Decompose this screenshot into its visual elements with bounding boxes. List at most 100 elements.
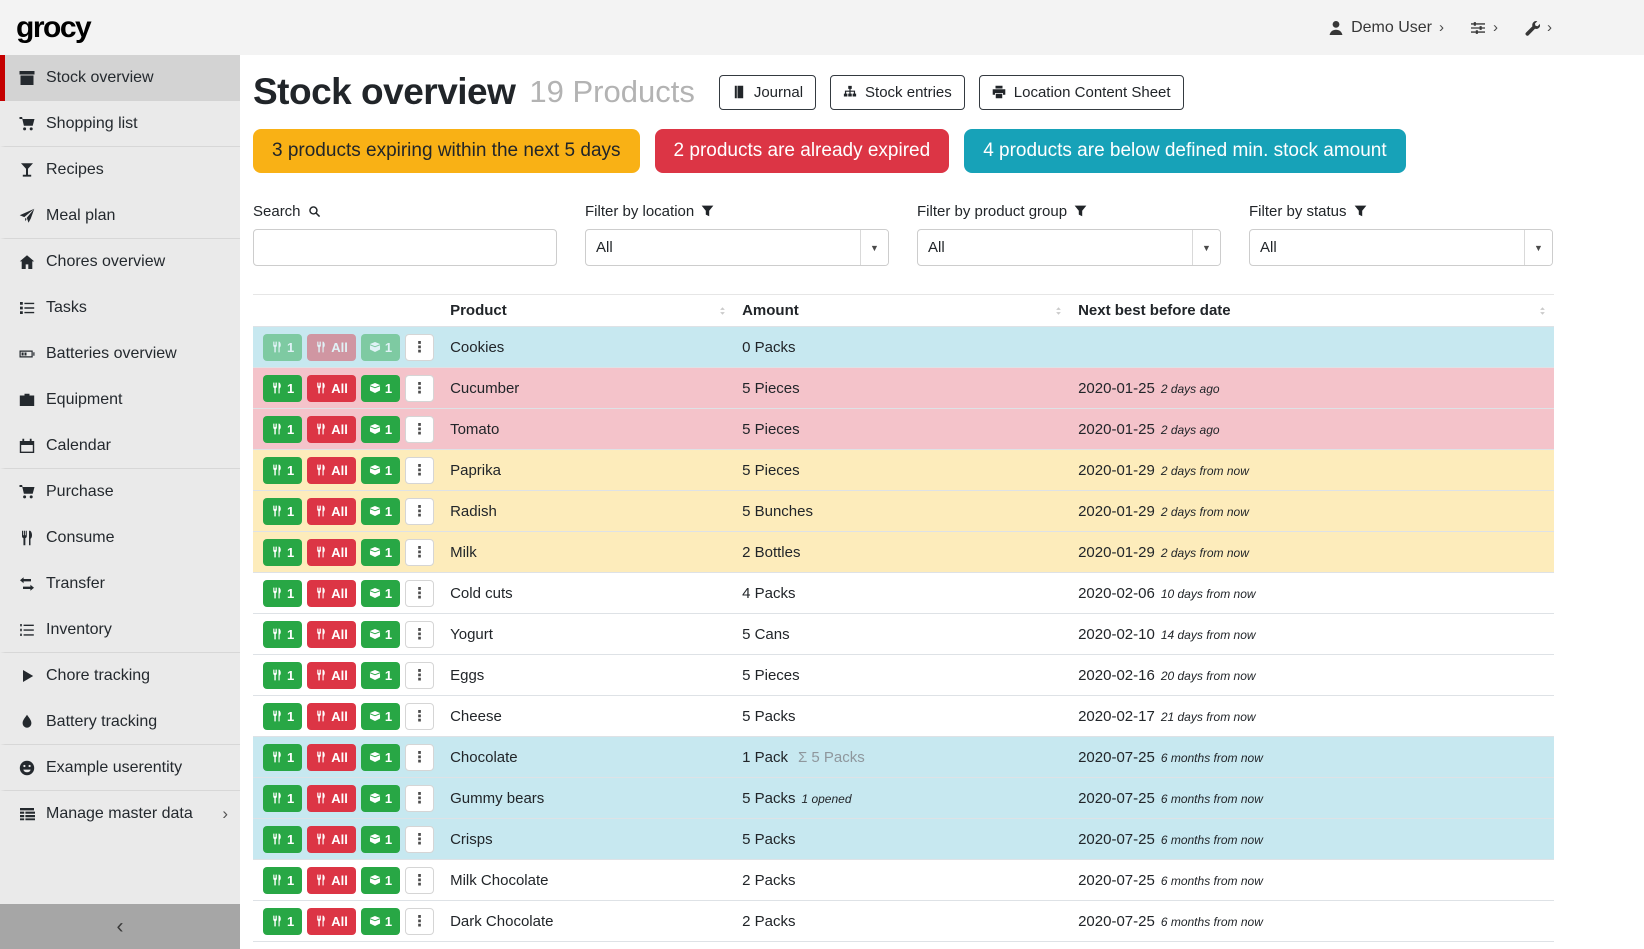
row-menu-button[interactable]: ⋮ — [405, 621, 434, 648]
button-label: 1 — [287, 668, 294, 683]
row-menu-button[interactable]: ⋮ — [405, 662, 434, 689]
banner-warning[interactable]: 3 products expiring within the next 5 da… — [253, 129, 640, 173]
row-menu-button[interactable]: ⋮ — [405, 867, 434, 894]
open-one-button[interactable]: 1 — [361, 908, 400, 935]
sidebar-item-battery-tracking[interactable]: Battery tracking — [0, 699, 240, 745]
status-filter-select[interactable]: All — [1249, 229, 1553, 266]
consume-all-button[interactable]: All — [307, 457, 356, 484]
consume-one-button[interactable]: 1 — [263, 416, 302, 443]
consume-all-button[interactable]: All — [307, 785, 356, 812]
sidebar-item-calendar[interactable]: Calendar — [0, 423, 240, 469]
consume-one-button[interactable]: 1 — [263, 703, 302, 730]
row-menu-button[interactable]: ⋮ — [405, 703, 434, 730]
consume-all-button[interactable]: All — [307, 334, 356, 361]
sidebar-item-inventory[interactable]: Inventory — [0, 607, 240, 653]
sidebar-item-equipment[interactable]: Equipment — [0, 377, 240, 423]
row-menu-button[interactable]: ⋮ — [405, 908, 434, 935]
sidebar-collapse-button[interactable]: ‹ — [0, 904, 240, 949]
row-menu-button[interactable]: ⋮ — [405, 539, 434, 566]
open-one-button[interactable]: 1 — [361, 621, 400, 648]
sidebar-item-tasks[interactable]: Tasks — [0, 285, 240, 331]
product-group-filter-select[interactable]: All — [917, 229, 1221, 266]
sidebar-item-meal-plan[interactable]: Meal plan — [0, 193, 240, 239]
sidebar-item-consume[interactable]: Consume — [0, 515, 240, 561]
consume-one-button[interactable]: 1 — [263, 785, 302, 812]
row-menu-button[interactable]: ⋮ — [405, 826, 434, 853]
consume-all-button[interactable]: All — [307, 580, 356, 607]
column-header-best-before[interactable]: Next best before date — [1070, 295, 1554, 327]
consume-one-button[interactable]: 1 — [263, 744, 302, 771]
open-one-button[interactable]: 1 — [361, 662, 400, 689]
consume-all-button[interactable]: All — [307, 539, 356, 566]
row-menu-button[interactable]: ⋮ — [405, 744, 434, 771]
consume-all-button[interactable]: All — [307, 662, 356, 689]
row-actions-cell: 1All1⋮ — [253, 614, 442, 655]
open-one-button[interactable]: 1 — [361, 457, 400, 484]
row-menu-button[interactable]: ⋮ — [405, 580, 434, 607]
sidebar-item-label: Example userentity — [46, 759, 228, 777]
stock-entries-button[interactable]: Stock entries — [830, 75, 965, 110]
search-input[interactable] — [253, 229, 557, 266]
location-content-sheet-button[interactable]: Location Content Sheet — [979, 75, 1184, 110]
sidebar-item-stock-overview[interactable]: Stock overview — [0, 55, 240, 101]
user-menu[interactable]: Demo User › — [1328, 19, 1444, 37]
open-one-button[interactable]: 1 — [361, 785, 400, 812]
consume-one-button[interactable]: 1 — [263, 375, 302, 402]
app-logo[interactable]: grocy — [16, 11, 90, 45]
sidebar-item-chore-tracking[interactable]: Chore tracking — [0, 653, 240, 699]
sidebar-item-purchase[interactable]: Purchase — [0, 469, 240, 515]
consume-all-button[interactable]: All — [307, 826, 356, 853]
column-header-product[interactable]: Product — [442, 295, 734, 327]
open-one-button[interactable]: 1 — [361, 539, 400, 566]
row-menu-button[interactable]: ⋮ — [405, 498, 434, 525]
row-menu-button[interactable]: ⋮ — [405, 457, 434, 484]
sidebar-item-manage-master-data[interactable]: Manage master data› — [0, 791, 240, 837]
sidebar-item-batteries-overview[interactable]: Batteries overview — [0, 331, 240, 377]
product-name-cell: Chocolate — [442, 737, 734, 778]
row-menu-button[interactable]: ⋮ — [405, 416, 434, 443]
consume-all-button[interactable]: All — [307, 744, 356, 771]
banner-danger[interactable]: 2 products are already expired — [655, 129, 950, 173]
open-one-button[interactable]: 1 — [361, 744, 400, 771]
consume-one-button[interactable]: 1 — [263, 457, 302, 484]
location-filter-select[interactable]: All — [585, 229, 889, 266]
consume-one-button[interactable]: 1 — [263, 621, 302, 648]
open-one-button[interactable]: 1 — [361, 498, 400, 525]
consume-one-button[interactable]: 1 — [263, 662, 302, 689]
open-one-button[interactable]: 1 — [361, 334, 400, 361]
consume-one-button[interactable]: 1 — [263, 908, 302, 935]
consume-all-button[interactable]: All — [307, 621, 356, 648]
open-one-button[interactable]: 1 — [361, 416, 400, 443]
sidebar-item-transfer[interactable]: Transfer — [0, 561, 240, 607]
consume-all-button[interactable]: All — [307, 867, 356, 894]
consume-all-button[interactable]: All — [307, 416, 356, 443]
sidebar-item-shopping-list[interactable]: Shopping list — [0, 101, 240, 147]
open-one-button[interactable]: 1 — [361, 826, 400, 853]
sidebar-item-example-userentity[interactable]: Example userentity — [0, 745, 240, 791]
settings-menu[interactable]: › — [1470, 19, 1498, 36]
consume-one-button[interactable]: 1 — [263, 498, 302, 525]
consume-all-button[interactable]: All — [307, 375, 356, 402]
open-one-button[interactable]: 1 — [361, 580, 400, 607]
consume-one-button[interactable]: 1 — [263, 826, 302, 853]
row-menu-button[interactable]: ⋮ — [405, 334, 434, 361]
row-menu-button[interactable]: ⋮ — [405, 785, 434, 812]
admin-menu[interactable]: › — [1524, 19, 1552, 36]
table-row: 1All1⋮Chocolate1 PackΣ 5 Packs2020-07-25… — [253, 737, 1554, 778]
consume-one-button[interactable]: 1 — [263, 867, 302, 894]
sidebar-item-chores-overview[interactable]: Chores overview — [0, 239, 240, 285]
open-one-button[interactable]: 1 — [361, 375, 400, 402]
sidebar-item-recipes[interactable]: Recipes — [0, 147, 240, 193]
row-menu-button[interactable]: ⋮ — [405, 375, 434, 402]
column-header-amount[interactable]: Amount — [734, 295, 1070, 327]
consume-one-button[interactable]: 1 — [263, 580, 302, 607]
consume-all-button[interactable]: All — [307, 703, 356, 730]
journal-button[interactable]: Journal — [719, 75, 816, 110]
consume-one-button[interactable]: 1 — [263, 539, 302, 566]
consume-all-button[interactable]: All — [307, 498, 356, 525]
banner-info[interactable]: 4 products are below defined min. stock … — [964, 129, 1405, 173]
open-one-button[interactable]: 1 — [361, 703, 400, 730]
consume-one-button[interactable]: 1 — [263, 334, 302, 361]
consume-all-button[interactable]: All — [307, 908, 356, 935]
open-one-button[interactable]: 1 — [361, 867, 400, 894]
